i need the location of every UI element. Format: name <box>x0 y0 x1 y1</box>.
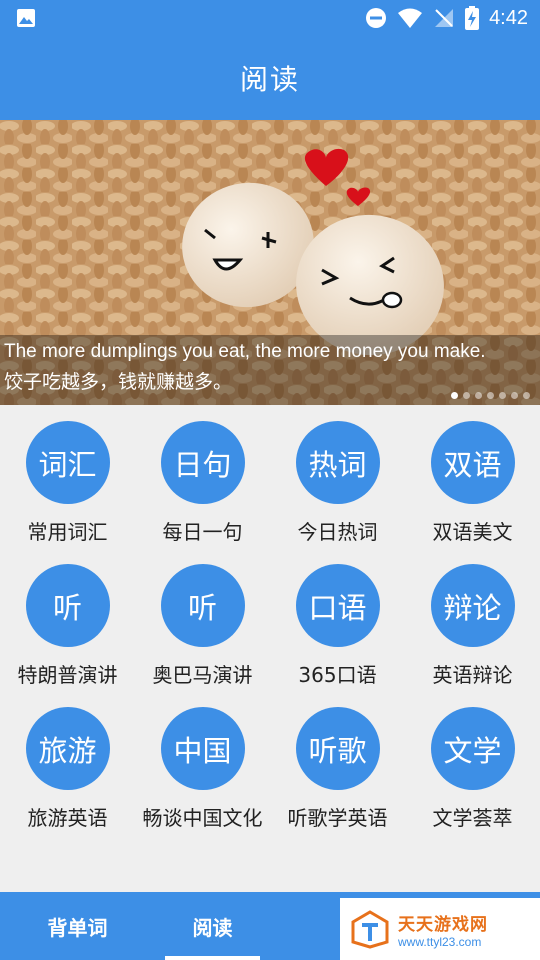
carousel-dot[interactable] <box>463 392 470 399</box>
grid-item-label: 旅游英语 <box>27 806 108 830</box>
grid-item-icon: 中国 <box>160 707 245 790</box>
grid-item[interactable]: 热词 今日热词 <box>270 405 405 545</box>
grid-item[interactable]: 口语 365口语 <box>270 548 405 688</box>
grid-item-icon: 辩论 <box>430 564 515 647</box>
grid-item[interactable]: 日句 每日一句 <box>135 405 270 545</box>
no-signal-icon <box>435 9 454 27</box>
page-title: 阅读 <box>239 63 300 96</box>
grid-item-label: 畅谈中国文化 <box>142 806 263 830</box>
grid-item-label: 英语辩论 <box>432 663 513 687</box>
grid-item[interactable]: 中国 畅谈中国文化 <box>135 691 270 831</box>
watermark: 天天游戏网 www.ttyl23.com <box>340 898 540 960</box>
grid-item[interactable]: 辩论 英语辩论 <box>405 548 540 688</box>
grid-item[interactable]: 听特朗普演讲 <box>0 548 135 688</box>
grid-item-icon: 听 <box>25 564 110 647</box>
grid-item[interactable]: 双语 双语美文 <box>405 405 540 545</box>
active-tab-indicator <box>165 956 260 960</box>
grid-item[interactable]: 文学 文学荟萃 <box>405 691 540 831</box>
grid-item-label: 特朗普演讲 <box>17 663 118 687</box>
carousel-dot[interactable] <box>499 392 506 399</box>
image-icon <box>17 9 35 27</box>
clock: 4:42 <box>489 6 528 29</box>
carousel-dot[interactable] <box>487 392 494 399</box>
carousel-indicator <box>451 392 530 399</box>
grid-item-icon: 日句 <box>160 421 245 504</box>
grid-item-icon: 旅游 <box>25 707 110 790</box>
grid-item[interactable]: 听歌 听歌学英语 <box>270 691 405 831</box>
grid-item-icon: 词汇 <box>25 421 110 504</box>
banner-caption-chinese: 饺子吃越多，钱就赚越多。 <box>4 372 233 393</box>
grid-item[interactable]: 听奥巴马演讲 <box>135 548 270 688</box>
grid-item-label: 双语美文 <box>432 520 513 544</box>
grid-item-label: 常用词汇 <box>27 520 108 544</box>
watermark-url: www.ttyl23.com <box>398 934 482 949</box>
app-bar: 阅读 <box>0 36 540 120</box>
grid-item-label: 每日一句 <box>162 520 243 544</box>
tab-2[interactable]: 阅读 <box>145 892 280 960</box>
watermark-brand: 天天游戏网 <box>398 914 488 935</box>
tab-1[interactable]: 背单词 <box>10 892 145 960</box>
grid-item-icon: 口语 <box>295 564 380 647</box>
carousel-dot[interactable] <box>511 392 518 399</box>
banner-caption-english: The more dumplings you eat, the more mon… <box>4 341 486 362</box>
carousel-dot[interactable] <box>523 392 530 399</box>
watermark-logo-icon <box>351 910 389 949</box>
grid-item-icon: 听 <box>160 564 245 647</box>
grid-item-icon: 双语 <box>430 421 515 504</box>
grid-item-icon: 文学 <box>430 707 515 790</box>
grid-item-label: 听歌学英语 <box>287 806 388 830</box>
carousel-dot[interactable] <box>475 392 482 399</box>
wifi-icon <box>398 8 423 28</box>
grid-item[interactable]: 词汇 常用词汇 <box>0 405 135 545</box>
battery-charging-icon <box>465 6 480 30</box>
grid-item-label: 今日热词 <box>297 520 378 544</box>
banner-carousel[interactable]: The more dumplings you eat, the more mon… <box>0 120 540 405</box>
grid-item-label: 365口语 <box>298 663 377 687</box>
tab-label: 阅读 <box>192 915 233 940</box>
grid-item-label: 文学荟萃 <box>432 806 513 830</box>
grid-item-icon: 热词 <box>295 421 380 504</box>
grid-item-icon: 听歌 <box>295 707 380 790</box>
grid-item[interactable]: 旅游 旅游英语 <box>0 691 135 831</box>
grid-item-label: 奥巴马演讲 <box>152 663 253 687</box>
status-bar: 4:42 <box>0 0 540 36</box>
tab-label: 背单词 <box>47 915 108 940</box>
do-not-disturb-icon <box>366 8 387 28</box>
carousel-dot[interactable] <box>451 392 458 399</box>
